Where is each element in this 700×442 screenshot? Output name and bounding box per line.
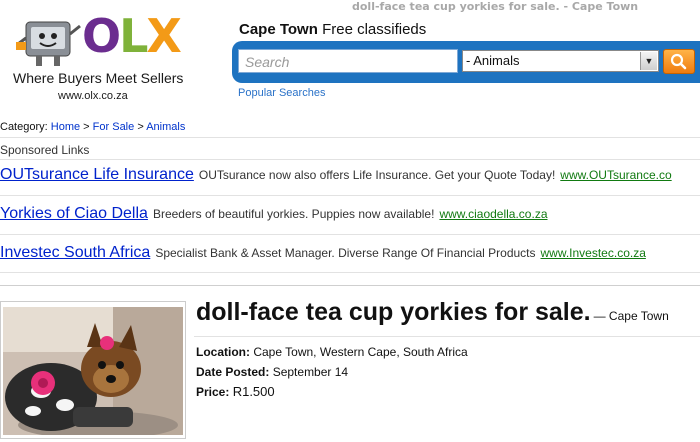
chevron-down-icon[interactable]: ▼: [640, 52, 657, 70]
category-selected: - Animals: [466, 53, 520, 68]
sponsored-ad: Yorkies of Ciao Della Breeders of beautif…: [0, 205, 548, 223]
location-label: Location:: [196, 345, 250, 359]
search-icon: [670, 53, 687, 70]
ad-description: Specialist Bank & Asset Manager. Diverse…: [155, 246, 536, 260]
divider: [0, 272, 700, 273]
listing-city: — Cape Town: [593, 309, 669, 323]
divider: [0, 234, 700, 235]
city-name: Cape Town: [239, 21, 318, 38]
price-label: Price:: [196, 385, 230, 399]
divider: [0, 195, 700, 196]
listing-title: doll-face tea cup yorkies for sale. — Cap…: [196, 298, 669, 327]
heading-suffix: Free classifieds: [322, 21, 427, 38]
divider: [0, 159, 700, 160]
breadcrumb-animals[interactable]: Animals: [146, 121, 185, 133]
category-select[interactable]: - Animals ▼: [462, 50, 659, 72]
tagline: Where Buyers Meet Sellers: [13, 70, 184, 86]
divider: [194, 336, 700, 337]
ad-title-link[interactable]: OUTsurance Life Insurance: [0, 166, 194, 183]
sponsored-ad: Investec South Africa Specialist Bank & A…: [0, 244, 646, 262]
olx-wordmark: OLX: [82, 9, 182, 63]
listing-price: Price: R1.500: [196, 384, 275, 399]
ad-url-link[interactable]: www.OUTsurance.co: [560, 168, 671, 182]
divider: [0, 137, 700, 138]
breadcrumb-separator: >: [137, 121, 144, 133]
breadcrumb-separator: >: [83, 121, 90, 133]
window-title: doll-face tea cup yorkies for sale. - Ca…: [352, 0, 639, 13]
mascot-icon: [16, 21, 81, 66]
date-value: September 14: [272, 365, 349, 379]
sponsored-links-label: Sponsored Links: [0, 143, 90, 157]
location-value: Cape Town, Western Cape, South Africa: [253, 345, 468, 359]
listing-title-text: doll-face tea cup yorkies for sale.: [196, 298, 591, 326]
breadcrumb-label: Category:: [0, 121, 48, 133]
ad-title-link[interactable]: Investec South Africa: [0, 244, 150, 261]
breadcrumb-home[interactable]: Home: [51, 121, 80, 133]
listing-photo[interactable]: [3, 307, 183, 435]
breadcrumb: Category: Home > For Sale > Animals: [0, 121, 185, 133]
sponsored-ad: OUTsurance Life Insurance OUTsurance now …: [0, 166, 672, 184]
breadcrumb-for-sale[interactable]: For Sale: [93, 121, 135, 133]
listing-location: Location: Cape Town, Western Cape, South…: [196, 345, 468, 359]
date-label: Date Posted:: [196, 365, 270, 379]
divider: [0, 285, 700, 286]
search-input[interactable]: Search: [238, 49, 458, 73]
site-url: www.olx.co.za: [58, 90, 128, 102]
city-heading: Cape Town Free classifieds: [239, 21, 426, 38]
olx-logo[interactable]: OLX Where Buyers Meet Sellers www.olx.co…: [10, 9, 190, 107]
ad-url-link[interactable]: www.Investec.co.za: [541, 246, 646, 260]
ad-url-link[interactable]: www.ciaodella.co.za: [439, 207, 547, 221]
ad-description: OUTsurance now also offers Life Insuranc…: [198, 168, 556, 182]
listing-date: Date Posted: September 14: [196, 365, 348, 379]
ad-title-link[interactable]: Yorkies of Ciao Della: [0, 205, 148, 222]
search-button[interactable]: [663, 49, 695, 74]
popular-searches-link[interactable]: Popular Searches: [238, 87, 325, 99]
ad-description: Breeders of beautiful yorkies. Puppies n…: [152, 207, 435, 221]
price-value: R1.500: [232, 384, 275, 399]
